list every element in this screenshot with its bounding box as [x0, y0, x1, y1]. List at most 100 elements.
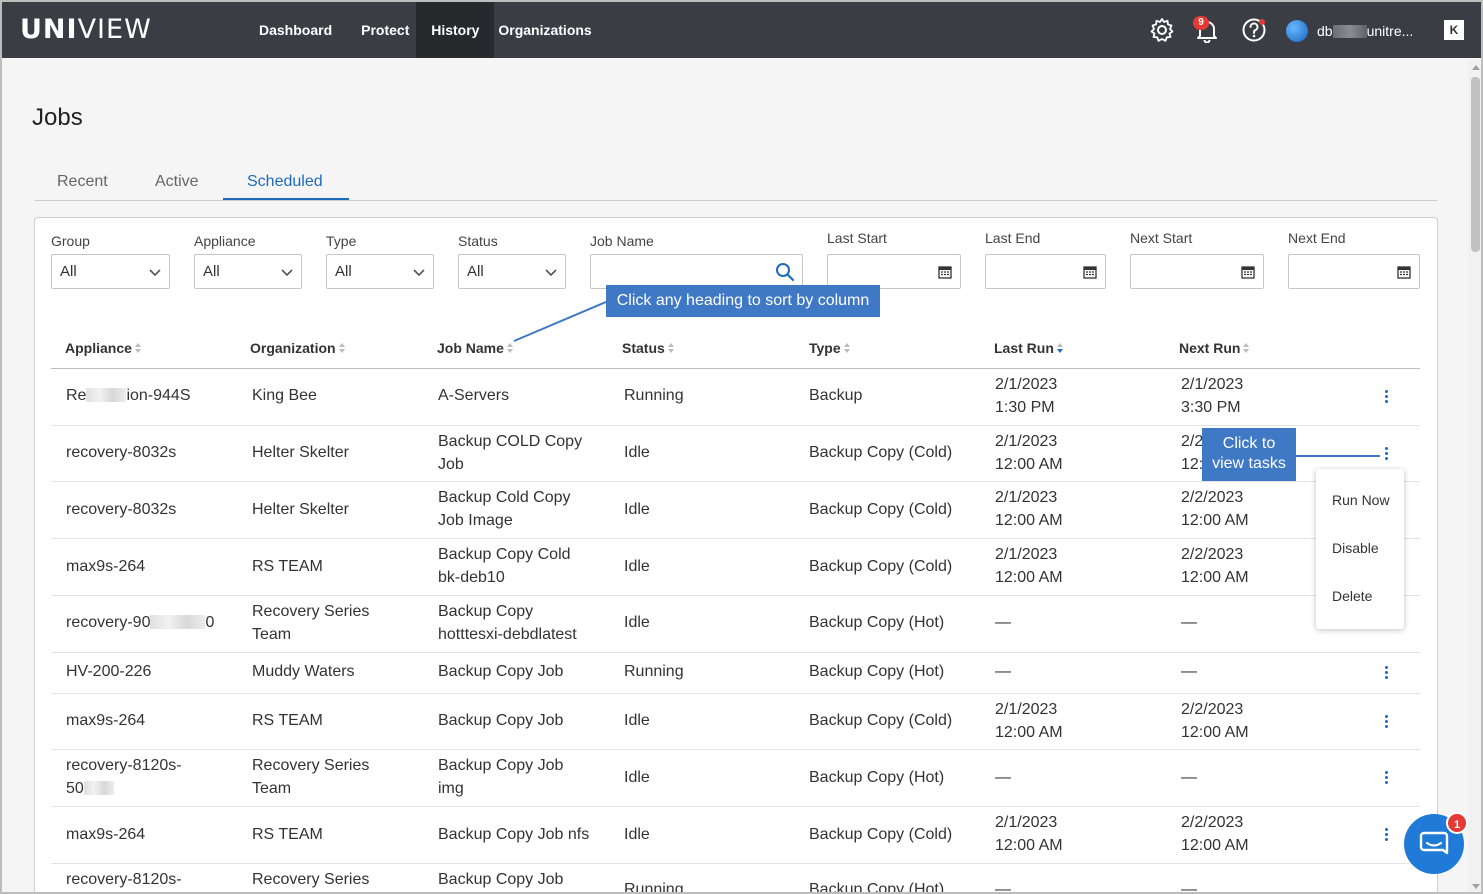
cell-status: Idle — [624, 712, 650, 729]
column-header-appliance[interactable]: Appliance — [65, 340, 142, 356]
cell-next-run: 2/2/2023 12:00 AM — [1181, 546, 1249, 586]
scroll-down-arrow-icon[interactable] — [1472, 884, 1480, 889]
row-divider — [51, 481, 1420, 482]
last-end-date-input[interactable] — [985, 254, 1106, 289]
nav-dashboard[interactable]: Dashboard — [244, 2, 347, 58]
type-filter-label: Type — [326, 233, 357, 249]
nav-protect[interactable]: Protect — [347, 2, 416, 58]
cell-next-run: 2/2/2023 12:00 AM — [1181, 701, 1249, 741]
column-header-job-name[interactable]: Job Name — [437, 340, 514, 356]
cell-appliance: Re ion-944S — [66, 387, 191, 404]
job-name-search-input[interactable] — [590, 254, 803, 289]
cell-type: Backup Copy (Hot) — [809, 614, 945, 631]
menu-item-run-now[interactable]: Run Now — [1332, 492, 1390, 508]
search-icon[interactable] — [775, 262, 795, 282]
calendar-icon[interactable] — [1241, 265, 1255, 279]
cell-last-run: 2/1/2023 1:30 PM — [995, 376, 1058, 416]
cell-last-run: 2/1/2023 12:00 AM — [995, 814, 1063, 854]
row-actions-kebab-icon[interactable] — [1385, 715, 1389, 729]
cell-last-run: 2/1/2023 12:00 AM — [995, 546, 1063, 586]
scroll-thumb[interactable] — [1471, 77, 1480, 252]
status-filter-select[interactable]: All — [458, 254, 566, 289]
user-menu[interactable]: db unitre... — [1286, 20, 1413, 42]
help-icon[interactable] — [1241, 17, 1267, 43]
tasks-hint-pointer — [1294, 455, 1380, 457]
sort-hint-callout: Click any heading to sort by column — [606, 285, 880, 317]
calendar-icon[interactable] — [938, 265, 952, 279]
cell-next-run: — — [1181, 663, 1197, 680]
sort-icon — [506, 343, 514, 354]
column-header-status[interactable]: Status — [622, 340, 675, 356]
nav-history[interactable]: History — [416, 2, 495, 58]
cell-organization: RS TEAM — [252, 712, 323, 729]
tab-active[interactable]: Active — [155, 173, 199, 191]
cell-job-name: Backup Copy Cold bk-deb10 — [438, 546, 571, 586]
cell-organization: Muddy Waters — [252, 663, 355, 680]
cell-organization: RS TEAM — [252, 826, 323, 843]
row-actions-kebab-icon[interactable] — [1385, 447, 1389, 461]
cell-next-run: 2/1/2023 3:30 PM — [1181, 376, 1244, 416]
row-actions-kebab-icon[interactable] — [1385, 666, 1389, 680]
row-divider — [51, 538, 1420, 539]
chevron-down-icon — [281, 269, 293, 277]
column-header-organization[interactable]: Organization — [250, 340, 346, 356]
menu-item-disable[interactable]: Disable — [1332, 540, 1379, 556]
cell-status: Idle — [624, 558, 650, 575]
nav-organizations[interactable]: Organizations — [494, 2, 599, 58]
group-filter-select[interactable]: All — [51, 254, 170, 289]
next-end-date-input[interactable] — [1288, 254, 1420, 289]
logout-button[interactable]: K — [1444, 20, 1464, 40]
cell-type: Backup Copy (Cold) — [809, 444, 953, 461]
cell-appliance: HV-200-226 — [66, 663, 152, 680]
cell-job-name: Backup Copy Job — [438, 871, 564, 888]
group-filter-label: Group — [51, 233, 90, 249]
cell-appliance: recovery-8120s- — [66, 871, 182, 888]
menu-item-delete[interactable]: Delete — [1332, 588, 1372, 604]
cell-appliance: max9s-264 — [66, 558, 146, 575]
sort-icon — [134, 343, 142, 354]
tasks-hint-callout: Click to view tasks — [1202, 428, 1296, 481]
cell-organization: Helter Skelter — [252, 501, 349, 518]
column-header-next-run[interactable]: Next Run — [1179, 340, 1250, 356]
page-scrollbar[interactable] — [1468, 60, 1481, 892]
cell-appliance: max9s-264 — [66, 826, 146, 843]
uniview-logo[interactable]: UNIVIEW — [20, 14, 152, 45]
cell-organization: Helter Skelter — [252, 444, 349, 461]
cell-status: Idle — [624, 614, 650, 631]
row-actions-menu: Run Now Disable Delete — [1316, 469, 1404, 629]
cell-last-run: — — [995, 663, 1011, 680]
job-name-filter-label: Job Name — [590, 233, 654, 249]
cell-appliance: recovery-8120s- 50 — [66, 757, 182, 797]
cell-next-run: 2/2/2023 12:00 AM — [1181, 489, 1249, 529]
row-actions-kebab-icon[interactable] — [1385, 828, 1389, 842]
last-start-date-input[interactable] — [827, 254, 961, 289]
notification-count-badge: 9 — [1193, 16, 1209, 30]
appliance-filter-label: Appliance — [194, 233, 256, 249]
cell-next-run: — — [1181, 614, 1197, 631]
next-start-date-input[interactable] — [1130, 254, 1264, 289]
settings-gear-icon[interactable] — [1149, 17, 1175, 43]
column-header-type[interactable]: Type — [809, 340, 851, 356]
cell-appliance: recovery-8032s — [66, 501, 177, 518]
cell-status: Running — [624, 881, 684, 894]
cell-type: Backup Copy (Hot) — [809, 881, 945, 894]
scroll-up-arrow-icon[interactable] — [1472, 65, 1480, 70]
status-filter-label: Status — [458, 233, 498, 249]
row-actions-kebab-icon[interactable] — [1385, 771, 1389, 785]
column-header-last-run[interactable]: Last Run — [994, 340, 1064, 356]
cell-type: Backup — [809, 387, 863, 404]
cell-job-name: A-Servers — [438, 387, 510, 404]
tab-recent[interactable]: Recent — [57, 173, 108, 191]
main-nav: Dashboard Protect History Organizations — [244, 2, 600, 58]
type-filter-select[interactable]: All — [326, 254, 434, 289]
appliance-filter-select[interactable]: All — [194, 254, 302, 289]
row-actions-kebab-icon[interactable] — [1385, 390, 1389, 404]
calendar-icon[interactable] — [1397, 265, 1411, 279]
cell-last-run: 2/1/2023 12:00 AM — [995, 701, 1063, 741]
top-nav-bar: UNIVIEW Dashboard Protect History Organi… — [2, 2, 1481, 58]
calendar-icon[interactable] — [1083, 265, 1097, 279]
tab-scheduled[interactable]: Scheduled — [247, 173, 323, 191]
row-divider — [51, 863, 1420, 864]
row-divider — [51, 595, 1420, 596]
cell-type: Backup Copy (Hot) — [809, 663, 945, 680]
